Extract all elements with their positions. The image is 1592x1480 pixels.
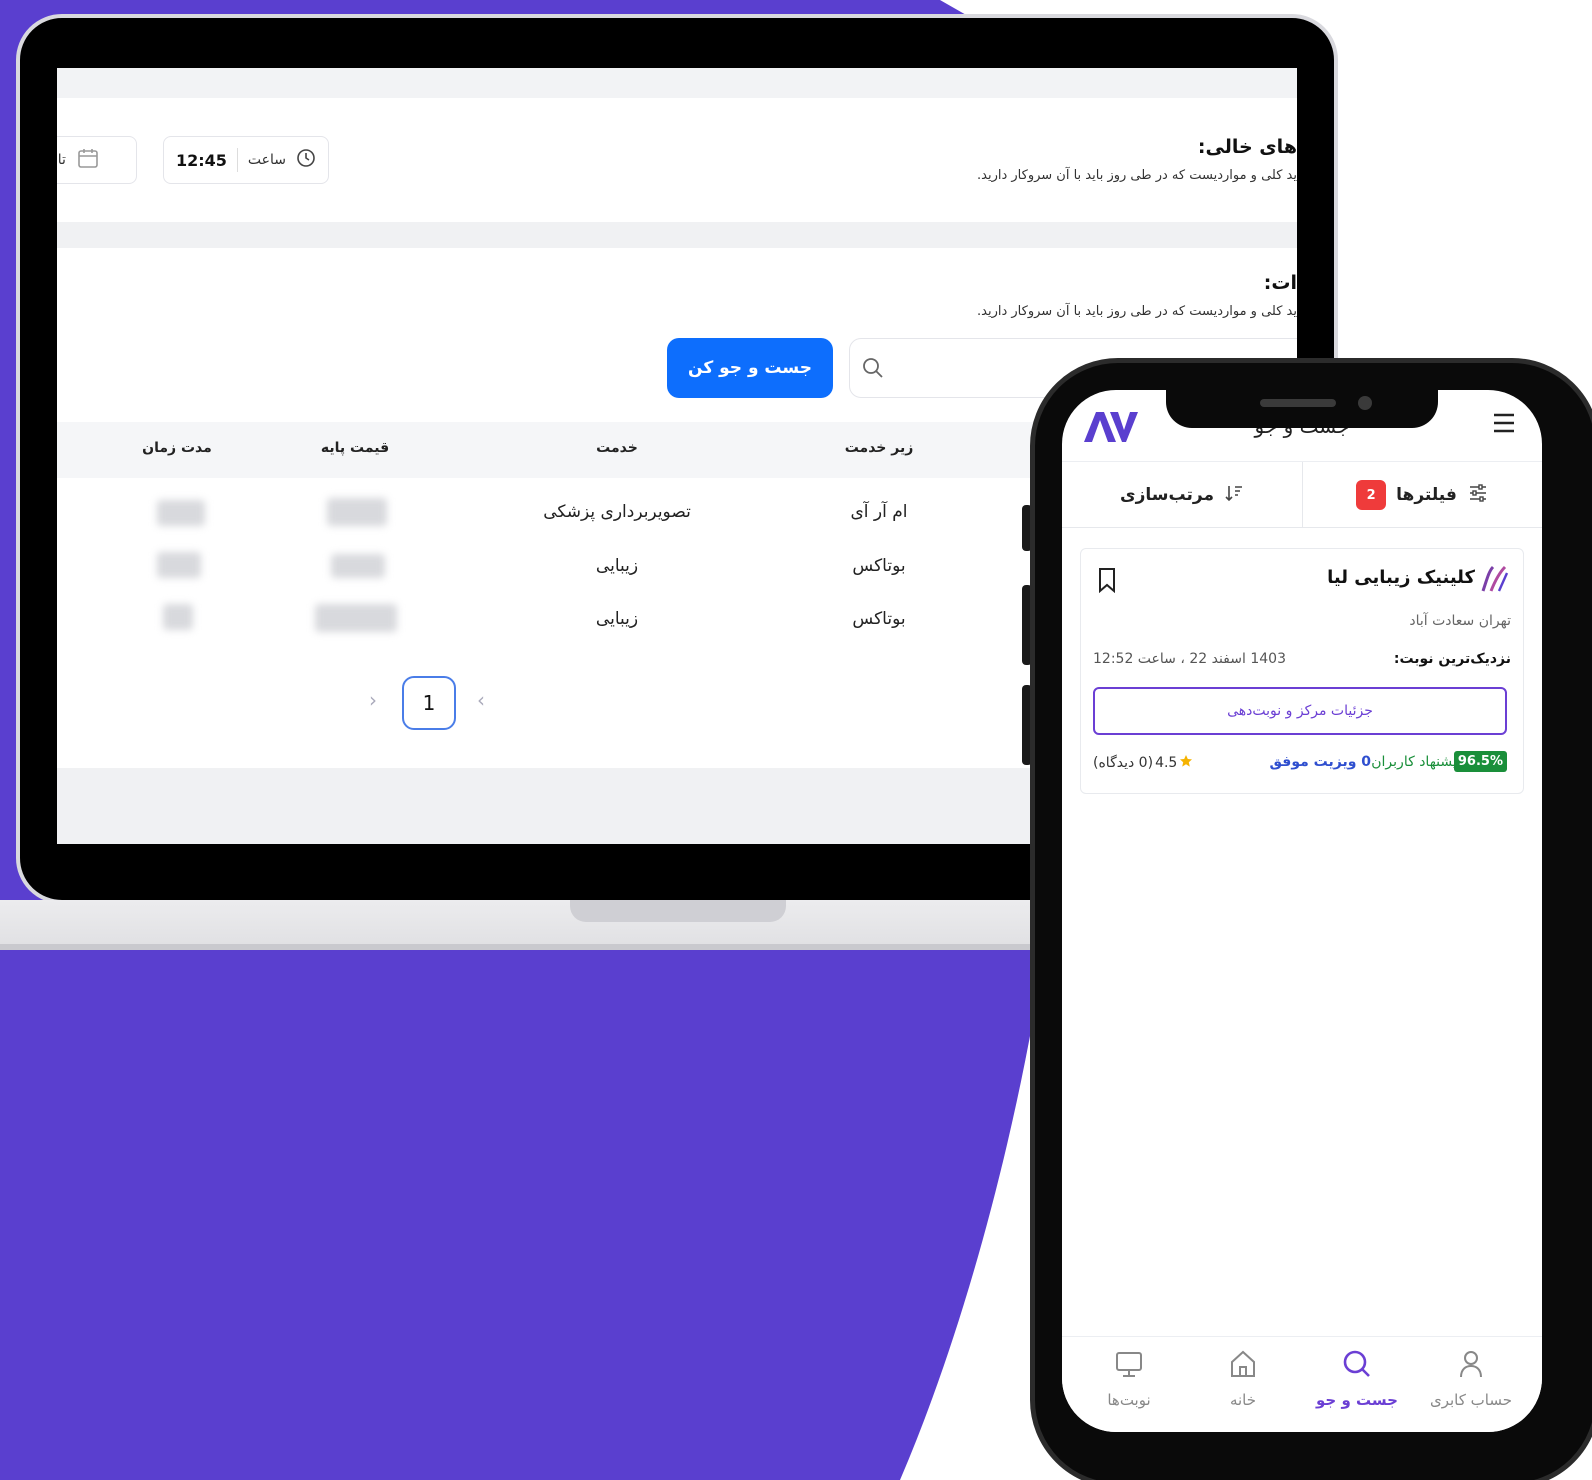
filters-tab[interactable]: فیلترها 2 <box>1302 462 1542 528</box>
clinic-details-button[interactable]: جزئیات مرکز و نوبت‌دهی <box>1093 687 1507 735</box>
cell-sub-service: بوتاکس <box>852 609 906 629</box>
nav-search[interactable]: جست و جو <box>1302 1349 1412 1429</box>
sort-label: مرتب‌سازی <box>1120 485 1214 505</box>
time-value: 12:45 <box>175 150 227 170</box>
top-bar <box>57 68 1297 98</box>
date-label: تاری <box>57 152 66 168</box>
bottom-navigation: حساب کابری جست و جو خانه نوبت‌ها <box>1062 1336 1542 1432</box>
cell-base-price <box>331 554 385 578</box>
bookmark-icon[interactable] <box>1097 567 1117 597</box>
cell-service: تصویربرداری پزشکی <box>543 502 691 522</box>
phone-speaker <box>1260 399 1336 407</box>
date-filter[interactable]: تاری <box>57 136 137 184</box>
cell-service: زیبایی <box>595 609 639 629</box>
nav-appointments-label: نوبت‌ها <box>1107 1391 1151 1409</box>
laptop-base <box>0 900 1060 950</box>
laptop-hinge-notch <box>570 900 786 922</box>
pagination-prev[interactable]: ‹ <box>369 688 377 712</box>
header-service: خدمت <box>596 440 638 456</box>
clinic-card[interactable]: کلینیک زیبایی لیا تهران سعادت آباد نزدیک… <box>1080 548 1524 794</box>
next-appointment-label: نزدیک‌ترین نوبت: <box>1393 651 1511 667</box>
services-description: ید کلی و مواردیست که در طی روز باید با آ… <box>977 304 1297 319</box>
phone-notch <box>1166 388 1438 428</box>
phone-screen: جست و جو فیلترها 2 مرتب‌سازی <box>1062 390 1542 1432</box>
phone-camera <box>1358 396 1372 410</box>
calendar-icon <box>76 146 100 174</box>
cell-duration <box>157 552 201 578</box>
empty-slots-card: های خالی: ید کلی و مواردیست که در طی روز… <box>57 98 1297 222</box>
header-sub-service: زیر خدمت <box>844 440 914 456</box>
time-filter[interactable]: ساعت 12:45 <box>163 136 329 184</box>
nav-account-label: حساب کابری <box>1429 1391 1513 1409</box>
empty-slots-title: های خالی: <box>1197 136 1297 158</box>
search-icon <box>862 357 884 383</box>
services-title: ات: <box>1263 272 1297 294</box>
recommend-percent-badge: 96.5% <box>1453 751 1507 772</box>
clinic-stats: 96.5% پیشنهاد کاربران 0 ویزیت موفق 4.5 (… <box>1093 749 1507 779</box>
recommend-label: پیشنهاد کاربران <box>1371 754 1461 770</box>
time-label: ساعت <box>247 152 286 168</box>
sort-tab[interactable]: مرتب‌سازی <box>1062 462 1302 528</box>
filter-count-badge: 2 <box>1356 480 1387 510</box>
divider <box>236 148 238 172</box>
nav-search-label: جست و جو <box>1316 1391 1398 1409</box>
sort-icon <box>1224 483 1244 507</box>
user-icon <box>1457 1349 1485 1383</box>
successful-visits: 0 ویزیت موفق <box>1269 754 1372 770</box>
nav-account[interactable]: حساب کابری <box>1416 1349 1526 1429</box>
pagination-next[interactable]: › <box>477 688 485 712</box>
star-icon <box>1179 754 1193 772</box>
rating: 4.5 (0 دیدگاه) <box>1093 754 1193 772</box>
cell-duration <box>157 500 205 526</box>
cell-base-price <box>327 498 387 526</box>
review-count: (0 دیدگاه) <box>1093 755 1154 771</box>
clinic-logo-icon <box>1479 563 1511 599</box>
cell-service: زیبایی <box>595 556 639 576</box>
nav-home[interactable]: خانه <box>1188 1349 1298 1429</box>
clinic-address: تهران سعادت آباد <box>1409 613 1511 629</box>
header-base-price: قیمت پایه <box>320 440 390 456</box>
sliders-icon <box>1467 482 1489 508</box>
next-appointment-value: 1403 اسفند 22 ، ساعت 12:52 <box>1093 651 1286 667</box>
home-icon <box>1229 1349 1257 1383</box>
search-button[interactable]: جست و جو کن <box>667 338 833 398</box>
clock-icon <box>296 148 316 172</box>
nav-appointments[interactable]: نوبت‌ها <box>1074 1349 1184 1429</box>
nav-home-label: خانه <box>1229 1391 1257 1409</box>
empty-slots-description: ید کلی و مواردیست که در طی روز باید با آ… <box>977 168 1297 183</box>
monitor-icon <box>1114 1349 1144 1383</box>
search-icon <box>1342 1349 1372 1383</box>
filters-label: فیلترها <box>1396 485 1457 505</box>
cell-sub-service: بوتاکس <box>852 556 906 576</box>
hamburger-menu-icon[interactable] <box>1492 412 1516 438</box>
filter-sort-bar: فیلترها 2 مرتب‌سازی <box>1062 462 1542 528</box>
header-duration: مدت زمان <box>142 440 212 456</box>
cell-duration <box>163 604 193 630</box>
av-logo-icon[interactable] <box>1082 410 1138 448</box>
cell-sub-service: ام آر آی <box>850 502 908 522</box>
clinic-name: کلینیک زیبایی لیا <box>1327 567 1475 588</box>
pagination-page-1[interactable]: 1 <box>402 676 456 730</box>
cell-base-price <box>315 604 397 632</box>
rating-value: 4.5 <box>1155 755 1178 771</box>
